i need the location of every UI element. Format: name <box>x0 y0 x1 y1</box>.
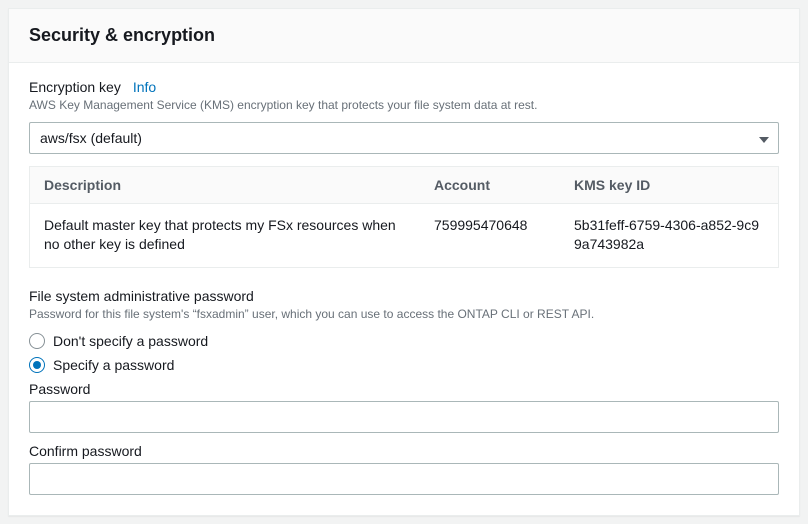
admin-password-label: File system administrative password <box>29 288 779 304</box>
password-block: Password <box>29 381 779 433</box>
confirm-password-input[interactable] <box>29 463 779 495</box>
col-header-kms-key-id: KMS key ID <box>560 167 778 203</box>
encryption-key-label: Encryption key <box>29 79 121 95</box>
cell-description: Default master key that protects my FSx … <box>30 204 420 267</box>
kms-key-table-header: Description Account KMS key ID <box>30 167 778 204</box>
security-encryption-panel: Security & encryption Encryption key Inf… <box>8 8 800 516</box>
kms-key-table: Description Account KMS key ID Default m… <box>29 166 779 268</box>
admin-password-radio-group: Don't specify a password Specify a passw… <box>29 333 779 373</box>
confirm-password-block: Confirm password <box>29 443 779 495</box>
encryption-key-select[interactable]: aws/fsx (default) <box>29 122 779 154</box>
radio-specify[interactable]: Specify a password <box>29 357 779 373</box>
radio-icon-selected <box>29 357 45 373</box>
panel-title: Security & encryption <box>29 25 779 46</box>
encryption-key-hint: AWS Key Management Service (KMS) encrypt… <box>29 97 779 114</box>
radio-specify-label: Specify a password <box>53 357 174 373</box>
admin-password-hint: Password for this file system's “fsxadmi… <box>29 306 779 323</box>
radio-dont-specify-label: Don't specify a password <box>53 333 208 349</box>
encryption-key-selected-value: aws/fsx (default) <box>40 130 142 146</box>
password-input[interactable] <box>29 401 779 433</box>
table-row: Default master key that protects my FSx … <box>30 204 778 267</box>
radio-icon <box>29 333 45 349</box>
col-header-account: Account <box>420 167 560 203</box>
radio-dot-icon <box>33 361 41 369</box>
password-label: Password <box>29 381 779 397</box>
encryption-key-label-row: Encryption key Info <box>29 79 779 95</box>
col-header-description: Description <box>30 167 420 203</box>
admin-password-section: File system administrative password Pass… <box>29 288 779 495</box>
panel-header: Security & encryption <box>9 9 799 63</box>
confirm-password-label: Confirm password <box>29 443 779 459</box>
encryption-key-select-wrap: aws/fsx (default) <box>29 122 779 154</box>
cell-kms-key-id: 5b31feff-6759-4306-a852-9c99a743982a <box>560 204 778 267</box>
radio-dont-specify[interactable]: Don't specify a password <box>29 333 779 349</box>
cell-account: 759995470648 <box>420 204 560 267</box>
panel-body: Encryption key Info AWS Key Management S… <box>9 63 799 515</box>
info-link[interactable]: Info <box>133 79 156 95</box>
